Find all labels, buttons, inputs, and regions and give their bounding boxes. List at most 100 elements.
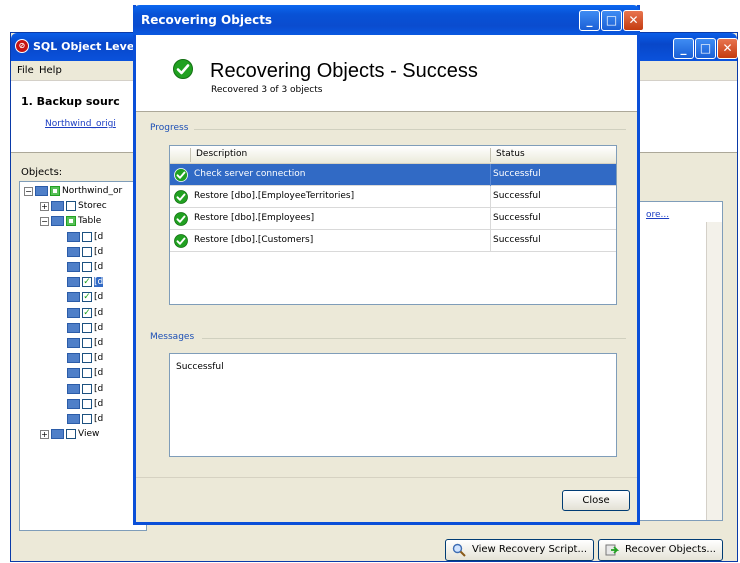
column-separator bbox=[490, 186, 491, 208]
minimize-button[interactable]: _ bbox=[673, 38, 694, 59]
tree-node[interactable]: + View bbox=[40, 429, 99, 443]
expander-icon[interactable]: − bbox=[24, 186, 33, 196]
tree-checkbox[interactable]: ✓ bbox=[82, 307, 92, 318]
dialog-maximize-button[interactable]: □ bbox=[601, 10, 622, 31]
tree-node-label: [d bbox=[94, 353, 104, 364]
expander-icon[interactable]: + bbox=[40, 429, 49, 439]
progress-row[interactable]: Restore [dbo].[EmployeeTerritories] Succe… bbox=[170, 186, 616, 208]
progress-row[interactable]: Check server connection Successful bbox=[170, 164, 616, 186]
tree-checkbox[interactable] bbox=[82, 322, 92, 333]
column-header-status[interactable]: Status bbox=[496, 149, 525, 159]
dialog-minimize-button[interactable]: _ bbox=[579, 10, 600, 31]
dialog-title: Recovering Objects bbox=[141, 13, 273, 27]
messages-text: Successful bbox=[176, 362, 224, 372]
tree-checkbox[interactable] bbox=[82, 338, 92, 348]
tree-node[interactable]: [d bbox=[56, 368, 103, 382]
row-description: Restore [dbo].[Customers] bbox=[194, 235, 314, 245]
tree-node[interactable]: ✓ [d bbox=[56, 277, 104, 291]
tree-checkbox[interactable] bbox=[66, 216, 76, 227]
tree-node[interactable]: [d bbox=[56, 262, 103, 276]
table-icon bbox=[51, 201, 64, 212]
tree-checkbox[interactable] bbox=[82, 368, 92, 379]
tree-node[interactable]: [d bbox=[56, 414, 103, 428]
tree-checkbox[interactable] bbox=[50, 186, 60, 196]
footer-divider bbox=[136, 477, 637, 478]
table-icon bbox=[67, 338, 80, 348]
progress-group-label: Progress bbox=[150, 123, 189, 133]
close-window-button[interactable]: ✕ bbox=[717, 38, 738, 59]
tree-checkbox[interactable] bbox=[66, 201, 76, 212]
dialog-close-x-button[interactable]: ✕ bbox=[623, 10, 644, 31]
tree-node[interactable]: + Storec bbox=[40, 201, 107, 215]
table-icon bbox=[67, 398, 80, 409]
tree-node[interactable]: [d bbox=[56, 353, 103, 367]
more-link[interactable]: ore... bbox=[646, 210, 669, 220]
messages-divider bbox=[202, 338, 626, 339]
success-check-icon bbox=[173, 59, 193, 79]
tree-node-label: [d bbox=[94, 292, 104, 303]
tree-node-label: Storec bbox=[78, 201, 107, 212]
objects-tree[interactable]: − Northwind_or + Storec − Table [d [d [d ✓ [d ✓ [d ✓[… bbox=[19, 181, 147, 531]
progress-row[interactable]: Restore [dbo].[Employees] Successful bbox=[170, 208, 616, 230]
success-check-icon bbox=[174, 234, 188, 248]
row-status: Successful bbox=[493, 169, 541, 179]
tree-node-label: [d bbox=[94, 398, 104, 409]
tree-node[interactable]: ✓ [d bbox=[56, 292, 103, 306]
objects-label: Objects: bbox=[21, 167, 63, 178]
tree-checkbox[interactable] bbox=[66, 429, 76, 440]
table-icon bbox=[67, 353, 80, 364]
tree-node[interactable]: [d bbox=[56, 398, 104, 413]
tree-node[interactable]: [d bbox=[56, 231, 104, 246]
recover-icon bbox=[605, 544, 619, 556]
menu-file[interactable]: File bbox=[17, 65, 34, 76]
tree-node[interactable]: − Northwind_or bbox=[24, 186, 122, 200]
tree-node-label: [d bbox=[94, 322, 104, 333]
tree-node-label: [d bbox=[94, 231, 104, 242]
expander-icon[interactable]: + bbox=[40, 201, 49, 211]
success-check-icon bbox=[174, 190, 188, 204]
recover-objects-button[interactable]: Recover Objects... bbox=[598, 539, 723, 561]
view-recovery-script-button[interactable]: View Recovery Script... bbox=[445, 539, 594, 561]
tree-node[interactable]: [d bbox=[56, 322, 104, 337]
tree-node[interactable]: ✓ [d bbox=[56, 307, 104, 322]
row-description: Check server connection bbox=[194, 169, 306, 179]
dialog-header: Recovering Objects - Success Recovered 3… bbox=[136, 35, 637, 112]
progress-grid[interactable]: Description Status Check server connecti… bbox=[169, 145, 617, 305]
tree-checkbox[interactable]: ✓ bbox=[82, 277, 92, 288]
tree-node-label: Table bbox=[78, 216, 102, 227]
close-button[interactable]: Close bbox=[562, 490, 630, 511]
tree-node-label: [d bbox=[94, 383, 104, 394]
tree-checkbox[interactable] bbox=[82, 383, 92, 394]
tree-node[interactable]: [d bbox=[56, 383, 104, 398]
column-header-description[interactable]: Description bbox=[196, 149, 247, 159]
menu-help[interactable]: Help bbox=[39, 65, 62, 76]
tree-checkbox[interactable] bbox=[82, 262, 92, 272]
backup-source-link[interactable]: Northwind_origi bbox=[45, 119, 116, 129]
tree-checkbox[interactable]: ✓ bbox=[82, 292, 92, 303]
tree-checkbox[interactable] bbox=[82, 231, 92, 242]
tree-node[interactable]: [d bbox=[56, 338, 103, 352]
table-icon bbox=[67, 322, 80, 333]
tree-checkbox[interactable] bbox=[82, 246, 92, 257]
tree-node-label: [d bbox=[94, 307, 104, 318]
tree-node-label: [d bbox=[94, 262, 104, 272]
column-separator bbox=[490, 230, 491, 252]
table-icon bbox=[67, 292, 80, 303]
dialog-title-bar[interactable]: Recovering Objects bbox=[133, 5, 640, 35]
progress-divider bbox=[194, 129, 626, 130]
tree-checkbox[interactable] bbox=[82, 398, 92, 409]
tree-checkbox[interactable] bbox=[82, 414, 92, 424]
maximize-button[interactable]: □ bbox=[695, 38, 716, 59]
tree-node-label: View bbox=[78, 429, 100, 440]
table-icon bbox=[67, 383, 80, 394]
recovering-objects-dialog: Recovering Objects _ □ ✕ Recovering Obje… bbox=[133, 5, 644, 525]
table-icon bbox=[51, 429, 64, 440]
tree-node[interactable]: − Table bbox=[40, 216, 101, 230]
details-scrollbar[interactable] bbox=[706, 222, 722, 520]
progress-row[interactable]: Restore [dbo].[Customers] Successful bbox=[170, 230, 616, 252]
step-title: 1. Backup sourc bbox=[21, 95, 120, 108]
expander-icon[interactable]: − bbox=[40, 216, 49, 226]
tree-checkbox[interactable] bbox=[82, 353, 92, 364]
tree-node[interactable]: [d bbox=[56, 246, 103, 261]
messages-box[interactable]: Successful bbox=[169, 353, 617, 457]
